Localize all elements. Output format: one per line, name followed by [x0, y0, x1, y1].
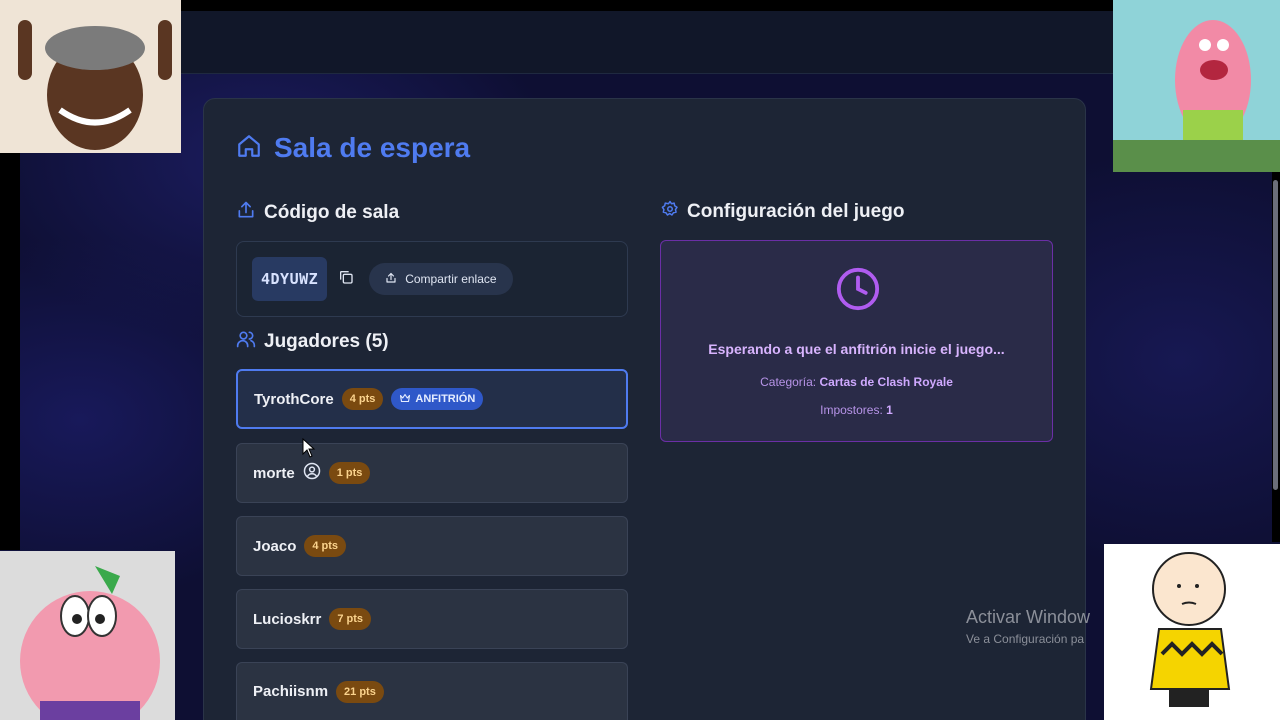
player-row[interactable]: Pachiisnm 21 pts	[236, 662, 628, 720]
share-link-label: Compartir enlace	[405, 272, 497, 286]
points-badge: 4 pts	[341, 388, 384, 410]
home-icon	[236, 133, 262, 164]
player-row[interactable]: morte 1 pts	[236, 443, 628, 503]
player-row[interactable]: Joaco 4 pts	[236, 516, 628, 576]
room-code[interactable]: 4DYUWZ	[252, 257, 328, 301]
copy-icon	[338, 269, 354, 290]
crown-icon	[399, 392, 411, 407]
overlay-image-top-left	[0, 0, 181, 153]
share-link-button[interactable]: Compartir enlace	[369, 263, 513, 295]
user-circle-icon	[303, 462, 321, 485]
overlay-image-top-right	[1113, 0, 1280, 172]
host-badge: ANFITRIÓN	[391, 388, 484, 410]
config-heading: Configuración del juego	[661, 200, 904, 224]
players-heading-text: Jugadores (5)	[264, 331, 389, 352]
config-heading-text: Configuración del juego	[687, 201, 905, 222]
page-title: Sala de espera	[274, 132, 471, 163]
game-config-card: Esperando a que el anfitrión inicie el j…	[660, 240, 1053, 442]
points-badge: 1 pts	[328, 462, 371, 484]
host-badge-label: ANFITRIÓN	[415, 393, 476, 405]
room-code-heading-text: Código de sala	[264, 202, 400, 223]
points-badge: 21 pts	[336, 680, 384, 703]
points-badge: 7 pts	[329, 608, 372, 630]
scrollbar-thumb[interactable]	[1273, 180, 1278, 490]
points-badge: 4 pts	[304, 535, 347, 557]
page-title-row: Sala de espera	[236, 132, 470, 164]
overlay-image-bottom-left	[0, 551, 175, 720]
category-line: Categoría: Cartas de Clash Royale	[661, 375, 1052, 389]
players-heading: Jugadores (5)	[236, 329, 389, 355]
upload-icon	[236, 200, 256, 226]
mouse-cursor	[302, 437, 316, 463]
player-name: Lucioskrr	[253, 610, 322, 628]
share-icon	[385, 272, 397, 287]
room-code-heading: Código de sala	[236, 200, 399, 226]
impostors-label: Impostores:	[820, 403, 883, 417]
left-edge	[0, 150, 20, 550]
impostors-value: 1	[886, 403, 893, 417]
clock-icon	[835, 266, 881, 312]
watermark-line-2: Ve a Configuración pa	[966, 632, 1085, 646]
category-value: Cartas de Clash Royale	[819, 375, 953, 389]
overlay-image-bottom-right	[1104, 544, 1280, 720]
room-code-box: 4DYUWZ Compartir enlace	[236, 241, 628, 317]
top-edge	[0, 0, 1280, 11]
impostors-line: Impostores: 1	[661, 403, 1052, 417]
player-name: TyrothCore	[254, 390, 334, 408]
gear-icon	[661, 200, 679, 224]
app-header	[0, 11, 1280, 74]
watermark-line-1: Activar Window	[966, 607, 1091, 627]
activation-watermark: Activar Window Ve a Configuración pa	[966, 607, 1090, 646]
category-label: Categoría:	[760, 375, 817, 389]
player-row[interactable]: Lucioskrr 7 pts	[236, 589, 628, 649]
player-name: Joaco	[253, 537, 297, 555]
player-row-host[interactable]: TyrothCore 4 pts ANFITRIÓN	[236, 369, 628, 429]
copy-button[interactable]	[335, 268, 357, 290]
users-icon	[236, 329, 256, 355]
player-name: Pachiisnm	[253, 683, 329, 700]
player-name: morte	[253, 464, 295, 482]
waiting-message: Esperando a que el anfitrión inicie el j…	[708, 341, 1005, 357]
